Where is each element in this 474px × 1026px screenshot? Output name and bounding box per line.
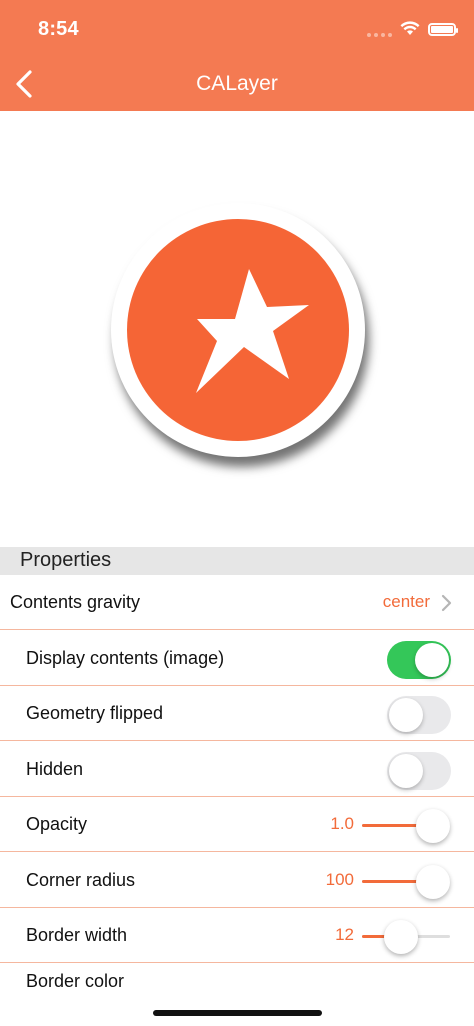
contents-gravity-value: center bbox=[382, 592, 430, 611]
home-indicator bbox=[153, 1010, 322, 1016]
corner-radius-value: 100 bbox=[325, 870, 354, 889]
slider-thumb[interactable] bbox=[416, 809, 450, 843]
border-width-value: 12 bbox=[335, 925, 354, 944]
section-title: Properties bbox=[20, 549, 112, 571]
nav-title: CALayer bbox=[196, 72, 278, 95]
border-width-row: Border width 12 bbox=[0, 908, 474, 963]
battery-icon bbox=[428, 22, 458, 36]
opacity-row: Opacity 1.0 bbox=[0, 797, 474, 852]
geometry-flipped-label: Geometry flipped bbox=[26, 703, 164, 723]
contents-gravity-row[interactable]: Contents gravity center bbox=[0, 575, 474, 630]
status-icons bbox=[367, 18, 458, 40]
hidden-label: Hidden bbox=[26, 759, 84, 779]
display-contents-label: Display contents (image) bbox=[26, 648, 225, 668]
contents-gravity-label: Contents gravity bbox=[10, 592, 141, 612]
display-contents-toggle[interactable] bbox=[387, 641, 451, 679]
toggle-knob bbox=[415, 643, 449, 677]
corner-radius-label: Corner radius bbox=[26, 870, 136, 890]
cellular-signal-icon bbox=[367, 21, 392, 37]
geometry-flipped-row: Geometry flipped bbox=[0, 686, 474, 741]
navigation-bar: 8:54 CALayer bbox=[0, 0, 474, 111]
slider-thumb[interactable] bbox=[384, 920, 418, 954]
corner-radius-row: Corner radius 100 bbox=[0, 853, 474, 908]
opacity-label: Opacity bbox=[26, 814, 88, 834]
slider-thumb[interactable] bbox=[416, 865, 450, 899]
border-width-label: Border width bbox=[26, 925, 128, 945]
properties-section-header: Properties bbox=[0, 547, 474, 575]
status-time: 8:54 bbox=[38, 18, 79, 40]
border-color-label: Border color bbox=[26, 971, 125, 987]
toggle-knob bbox=[389, 754, 423, 788]
wifi-icon bbox=[400, 21, 420, 35]
corner-radius-slider[interactable] bbox=[362, 865, 450, 899]
star-icon bbox=[196, 269, 309, 393]
hidden-row: Hidden bbox=[0, 742, 474, 797]
opacity-value: 1.0 bbox=[330, 814, 354, 833]
opacity-slider[interactable] bbox=[362, 809, 450, 843]
border-color-row: Border color bbox=[0, 965, 474, 987]
display-contents-row: Display contents (image) bbox=[0, 631, 474, 686]
toggle-knob bbox=[389, 698, 423, 732]
screen: 8:54 CALayer Properties Contents gravity… bbox=[0, 0, 474, 1026]
hidden-toggle[interactable] bbox=[387, 752, 451, 790]
demo-layer-content bbox=[127, 219, 349, 441]
chevron-right-icon bbox=[441, 594, 452, 612]
demo-layer bbox=[111, 203, 365, 457]
border-width-slider[interactable] bbox=[362, 920, 450, 954]
geometry-flipped-toggle[interactable] bbox=[387, 696, 451, 734]
layer-canvas bbox=[0, 111, 474, 547]
